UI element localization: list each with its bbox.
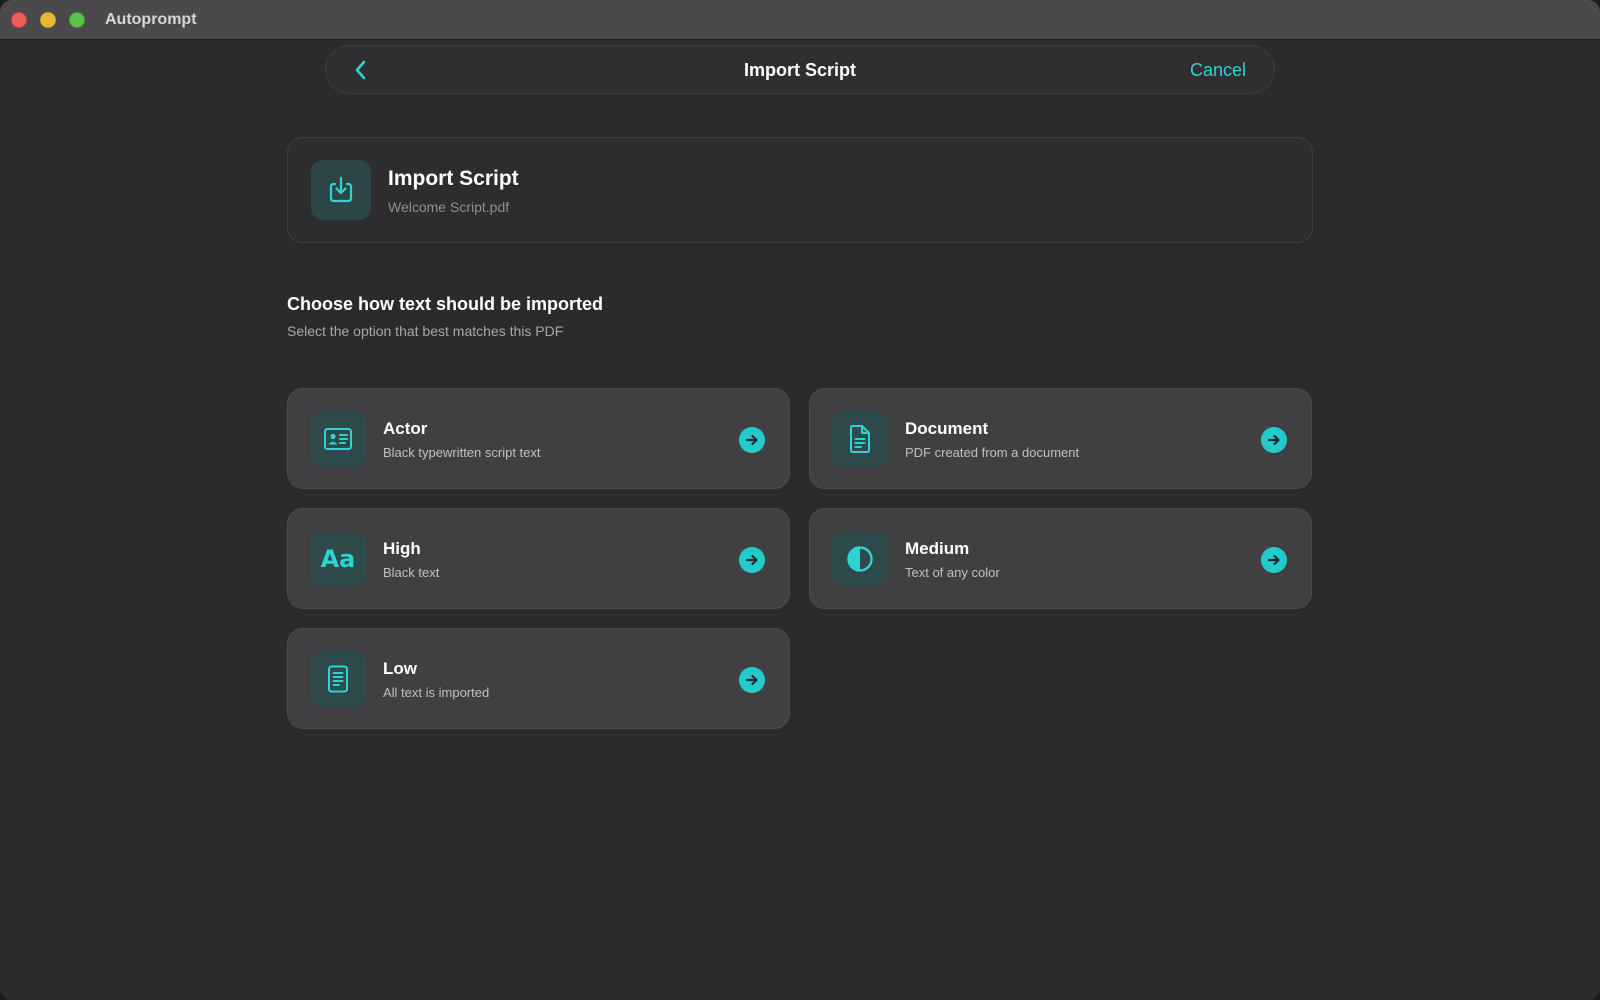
section-subheading: Select the option that best matches this… — [287, 323, 564, 339]
option-description: All text is imported — [383, 685, 490, 700]
option-description: PDF created from a document — [905, 445, 1080, 460]
page-icon — [328, 665, 348, 693]
title-bar: Autoprompt — [0, 0, 1600, 40]
arrow-right-icon[interactable] — [739, 667, 765, 693]
import-icon-tile — [311, 160, 371, 220]
option-card-medium[interactable]: Medium Text of any color — [809, 508, 1312, 609]
script-file-card: Import Script Welcome Script.pdf — [287, 137, 1313, 243]
contrast-icon — [847, 546, 873, 572]
page-title: Import Script — [743, 60, 856, 80]
option-card-high[interactable]: Aa High Black text — [287, 508, 790, 609]
option-icon-tile — [310, 411, 366, 467]
option-icon-tile: Aa — [310, 531, 366, 587]
close-window-button[interactable] — [11, 12, 27, 28]
option-icon-tile — [832, 531, 888, 587]
zoom-window-button[interactable] — [69, 12, 85, 28]
option-title: Actor — [383, 419, 428, 438]
option-description: Black text — [383, 565, 440, 580]
option-card-document[interactable]: Document PDF created from a document — [809, 388, 1312, 489]
import-icon — [329, 176, 353, 203]
section-heading: Choose how text should be imported — [287, 294, 604, 314]
arrow-right-icon[interactable] — [739, 547, 765, 573]
navigation-bar: Import Script Cancel — [325, 45, 1275, 94]
script-filename: Welcome Script.pdf — [388, 199, 510, 215]
option-icon-tile — [310, 651, 366, 707]
document-icon — [850, 425, 870, 453]
app-title: Autoprompt — [105, 11, 197, 28]
app-window: Autoprompt Import Script Cancel Import S… — [0, 0, 1600, 1000]
arrow-right-icon[interactable] — [739, 427, 765, 453]
option-card-low[interactable]: Low All text is imported — [287, 628, 790, 729]
id-card-icon — [324, 428, 352, 450]
option-description: Black typewritten script text — [383, 445, 541, 460]
option-description: Text of any color — [905, 565, 1000, 580]
cancel-button[interactable]: Cancel — [1190, 60, 1246, 81]
option-title: Document — [905, 419, 989, 438]
option-title: Medium — [905, 539, 970, 558]
option-card-actor[interactable]: Actor Black typewritten script text — [287, 388, 790, 489]
option-title: Low — [383, 659, 417, 678]
arrow-right-icon[interactable] — [1261, 427, 1287, 453]
option-title: High — [383, 539, 421, 558]
option-icon-tile — [832, 411, 888, 467]
minimize-window-button[interactable] — [40, 12, 56, 28]
script-title: Import Script — [388, 167, 519, 190]
text-format-icon: Aa — [320, 545, 356, 573]
arrow-right-icon[interactable] — [1261, 547, 1287, 573]
